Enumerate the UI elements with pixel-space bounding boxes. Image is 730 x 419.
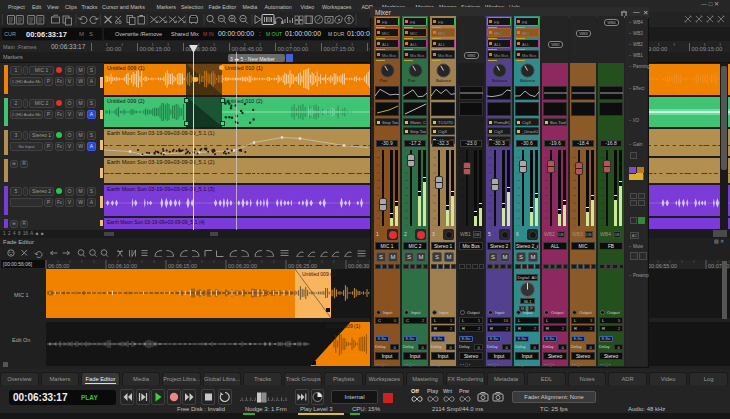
svg-text:00:06:55:00: 00:06:55:00	[648, 263, 677, 269]
svg-text:00:06:45:00: 00:06:45:00	[232, 46, 263, 52]
svg-text:00:07:15:00: 00:07:15:00	[324, 46, 355, 52]
svg-text:00:06:25:00: 00:06:25:00	[288, 263, 317, 269]
svg-text::00:00: :00:00	[105, 46, 121, 52]
svg-text:00:06:15:00: 00:06:15:00	[168, 263, 197, 269]
svg-text:00:06:15:00: 00:06:15:00	[140, 46, 171, 52]
svg-text:00:09:15:00: 00:09:15:00	[692, 46, 723, 52]
svg-text:00:06:20:00: 00:06:20:00	[228, 263, 257, 269]
svg-text:06:05:00: 06:05:00	[48, 263, 69, 269]
svg-text:9:00:00: 9:00:00	[648, 46, 667, 52]
svg-text:00:06:10:00: 00:06:10:00	[108, 263, 137, 269]
svg-text:00:07:00:00: 00:07:00:00	[278, 46, 309, 52]
